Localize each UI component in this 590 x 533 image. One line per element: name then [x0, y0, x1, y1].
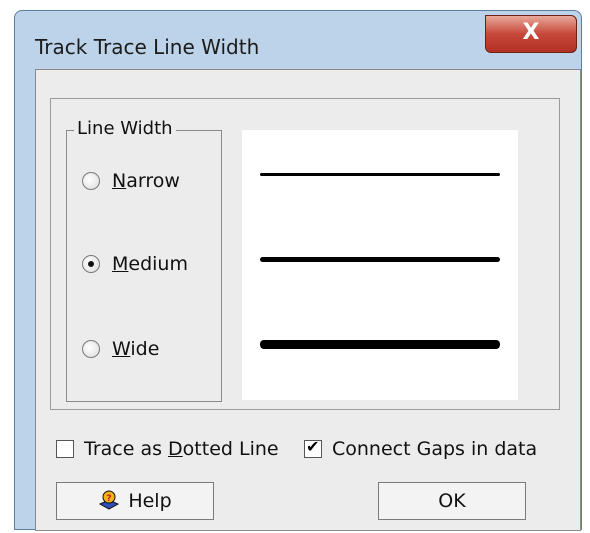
radio-medium-circle[interactable] [82, 255, 100, 273]
dialog-window: Track Trace Line Width X Line Width Narr… [14, 10, 582, 531]
help-button-label: Help [128, 490, 172, 512]
connect-gaps-checkbox-label: Connect Gaps in data [332, 438, 538, 460]
help-book-icon: ? [98, 490, 120, 512]
radio-medium[interactable]: Medium [82, 253, 188, 275]
svg-text:?: ? [107, 494, 112, 504]
preview-line-narrow [260, 173, 500, 176]
radio-wide-circle[interactable] [82, 340, 100, 358]
connect-gaps-checkbox[interactable]: Connect Gaps in data [304, 437, 538, 460]
radio-narrow[interactable]: Narrow [82, 170, 180, 192]
line-width-group-label: Line Width [74, 118, 176, 139]
preview-line-wide [260, 340, 500, 349]
line-preview [242, 130, 518, 400]
dotted-line-checkbox[interactable]: Trace as Dotted Line [56, 438, 279, 460]
radio-narrow-circle[interactable] [82, 172, 100, 190]
radio-wide-label: Wide [112, 338, 160, 360]
close-button[interactable]: X [485, 15, 577, 53]
radio-narrow-label: Narrow [112, 170, 180, 192]
radio-medium-label: Medium [112, 253, 188, 275]
window-title: Track Trace Line Width [35, 35, 260, 59]
help-button[interactable]: ? Help [56, 482, 214, 520]
dotted-line-checkbox-label: Trace as Dotted Line [84, 438, 279, 460]
dotted-line-checkbox-box[interactable] [56, 440, 74, 458]
preview-line-medium [260, 257, 500, 262]
ok-button[interactable]: OK [378, 482, 526, 520]
radio-wide[interactable]: Wide [82, 338, 159, 360]
connect-gaps-checkbox-box[interactable] [304, 437, 322, 458]
close-icon: X [522, 20, 540, 45]
dialog-body: Line Width Narrow Medium Wide Trace as D… [35, 69, 581, 531]
ok-button-label: OK [438, 490, 466, 512]
